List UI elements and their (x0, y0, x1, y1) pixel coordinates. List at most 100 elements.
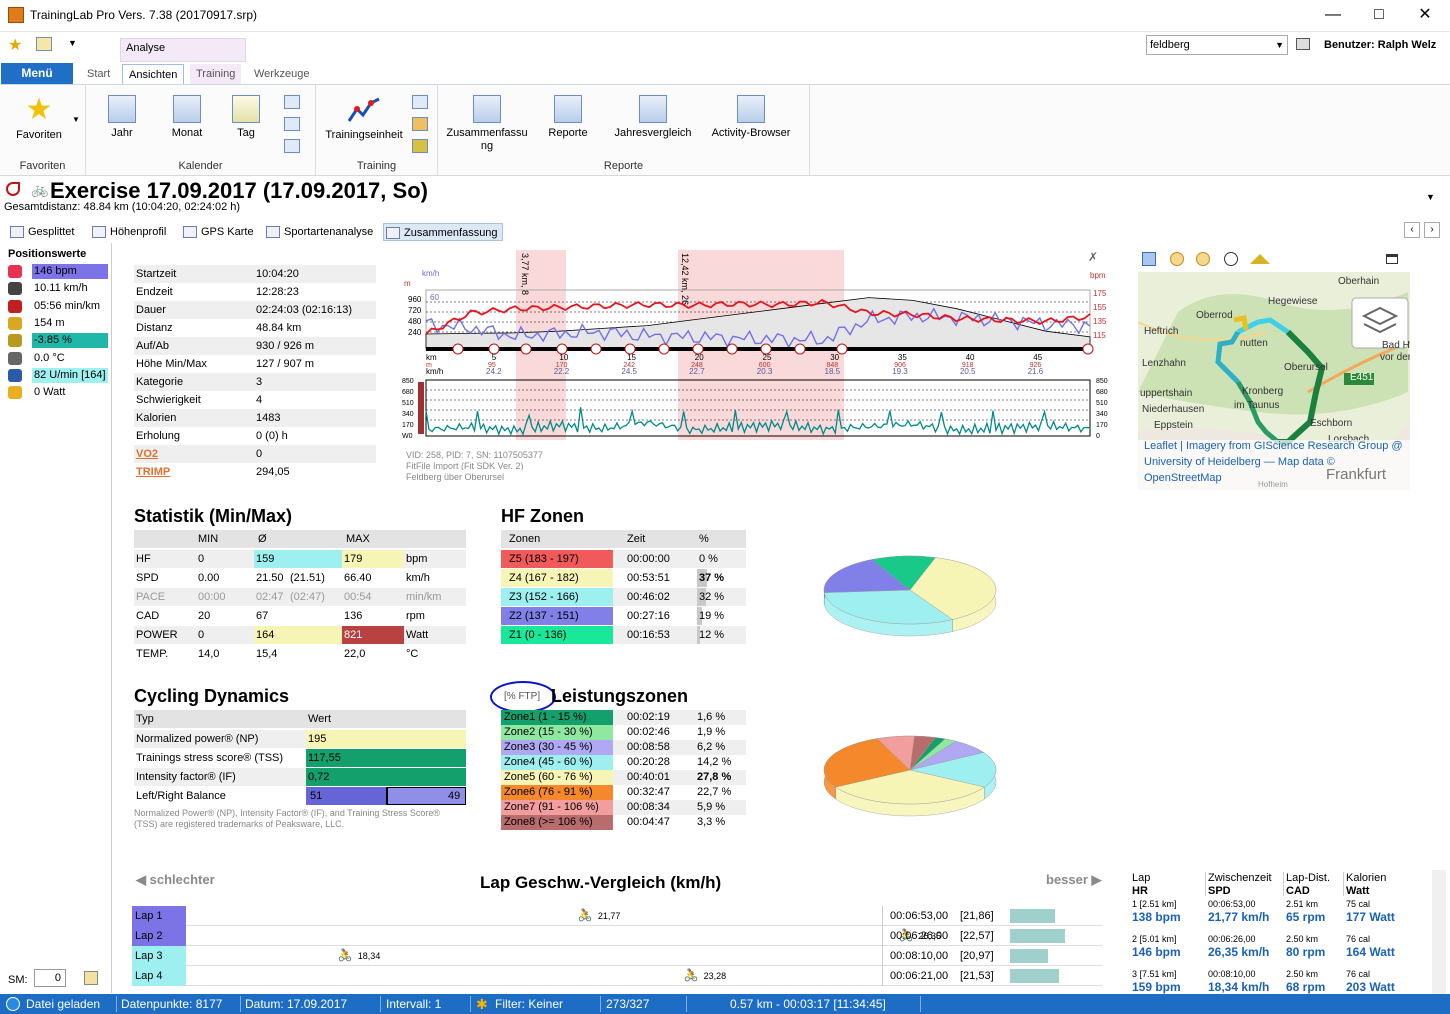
power-y-tick: 510 (402, 400, 414, 407)
export-icon[interactable] (284, 139, 300, 153)
trainingseinheit-button[interactable]: Trainingseinheit (320, 89, 408, 142)
lap-cell-bottom: 21,77 km/h (1208, 910, 1270, 924)
tab-hoehenprofil[interactable]: Höhenprofil (90, 223, 166, 241)
profile-icon[interactable] (412, 139, 428, 153)
leistung-pie-chart (823, 735, 997, 817)
star-icon[interactable]: ★ (8, 35, 22, 55)
lap-compare-row[interactable]: Lap 1 🚴 21,77 00:06:53,00 [21,86] (132, 906, 1102, 926)
tab-sportartenanalyse[interactable]: Sportartenanalyse (264, 223, 373, 241)
bar-chart-icon[interactable] (412, 117, 428, 131)
map-attribution-4: Hofheim (1258, 480, 1288, 489)
zone-name: Z4 (167 - 182) (501, 569, 613, 587)
tag-label: Tag (237, 127, 255, 139)
list-icon[interactable] (284, 95, 300, 109)
lap-cell-bottom: 177 Watt (1346, 910, 1395, 924)
cycling-row: Intensity factor® (IF) 0,72 (134, 768, 466, 786)
lap-compare-row[interactable]: Lap 2 🚴 26,35 00:06:26,00 [22,57] (132, 926, 1102, 946)
tag-button[interactable]: Tag (222, 89, 270, 140)
filter-icon: ✱ (476, 996, 488, 1012)
header-dropdown-icon[interactable]: ▼ (1426, 192, 1435, 202)
chevron-down-icon[interactable]: ▼ (72, 115, 80, 124)
right-arrow-icon: ▶ (1091, 872, 1102, 887)
worse-label[interactable]: ◀ schlechter (136, 872, 215, 888)
tab-training[interactable]: Training (190, 64, 242, 85)
status-points: Datenpunkte: 8177 (121, 997, 223, 1011)
user-label: Benutzer: Ralph Welz (1324, 39, 1437, 51)
lap-table-row[interactable]: 3 [7.51 km] 00:08:10,00 2.50 km 76 cal 159 b… (1128, 969, 1413, 994)
position-value-row: 82 U/min [164] (6, 367, 110, 383)
divider (1205, 872, 1206, 896)
map-label: Eppstein (1154, 420, 1193, 431)
tab-gesplittet[interactable]: Gesplittet (8, 223, 74, 241)
hf-zone-row: Z3 (152 - 166) 00:46:02 32 % (501, 588, 746, 606)
cycling-value: 195 (306, 730, 466, 748)
next-icon[interactable]: › (1424, 222, 1440, 238)
minimize-button[interactable]: — (1310, 0, 1356, 30)
tab-ansichten[interactable]: Ansichten (122, 64, 185, 85)
scrollbar[interactable] (1432, 870, 1446, 994)
lap-compare-row[interactable]: Lap 3 🚴 18,34 00:08:10,00 [20,97] (132, 946, 1102, 966)
zone-name: Zone7 (91 - 106 %) (501, 800, 613, 815)
lap-marker[interactable] (726, 343, 738, 355)
lap-marker[interactable] (520, 343, 532, 355)
maximize-button[interactable]: □ (1356, 0, 1402, 30)
y-right-tick: 175 (1093, 289, 1107, 298)
header-cell: % (699, 533, 709, 545)
tools-icon[interactable]: ✗ (1088, 250, 1098, 264)
tab-gps-karte[interactable]: GPS Karte (181, 223, 254, 241)
activity-browser-button[interactable]: Activity-Browser (706, 89, 796, 140)
lap-cell-top: 75 cal (1346, 899, 1371, 909)
info-value: 0 (0) h (256, 430, 288, 442)
map-city-label: Frankfurt (1326, 466, 1387, 483)
lap-table-row[interactable]: 2 [5.01 km] 00:06:26,00 2.50 km 76 cal 146 b… (1128, 934, 1413, 968)
map-attribution-3[interactable]: OpenStreetMap (1144, 472, 1222, 484)
monat-button[interactable]: Monat (162, 89, 212, 140)
compass-icon[interactable] (1224, 252, 1238, 266)
lap-marker[interactable] (1082, 343, 1094, 355)
zoom-in-icon[interactable] (1170, 252, 1184, 266)
tab-werkzeuge[interactable]: Werkzeuge (248, 64, 315, 85)
sm-input[interactable]: 0 (34, 969, 66, 987)
close-button[interactable]: ✕ (1402, 0, 1448, 30)
lap-marker[interactable] (658, 343, 670, 355)
position-value: 146 bpm (32, 264, 108, 279)
menu-button[interactable]: Menü (1, 63, 73, 84)
map-icon[interactable] (412, 95, 428, 109)
lap-compare-row[interactable]: Lap 4 🚴 23,28 00:06:21,00 [21,53] (132, 966, 1102, 986)
fullscreen-icon[interactable] (1142, 252, 1156, 266)
info-value: 02:24:03 (02:16:13) (256, 304, 353, 316)
info-label[interactable]: TRIMP (136, 463, 170, 481)
favoriten-button[interactable]: ★ Favoriten (8, 89, 70, 142)
better-label[interactable]: besser ▶ (1046, 872, 1102, 888)
map-label: im Taunus (1234, 400, 1279, 411)
status-filter[interactable]: Filter: Keiner (495, 996, 563, 1012)
tab-start[interactable]: Start (81, 64, 116, 85)
exercise-subtitle: Gesamtdistanz: 48.84 km (10:04:20, 02:24… (4, 201, 241, 213)
lock-icon[interactable] (84, 971, 98, 985)
info-label[interactable]: VO2 (136, 445, 158, 463)
lap-marker[interactable] (794, 343, 806, 355)
zusammenfassung-button[interactable]: Zusammenfassu ng (444, 89, 530, 153)
jahresvergleich-button[interactable]: Jahresvergleich (610, 89, 696, 140)
ftp-label[interactable]: [% FTP] (504, 691, 540, 702)
tab-zusammenfassung[interactable]: Zusammenfassung (383, 223, 503, 241)
calendar-icon[interactable] (1296, 38, 1310, 50)
reporte-button[interactable]: Reporte (542, 89, 594, 140)
map-attribution-2[interactable]: University of Heidelberg — Map data © (1144, 456, 1335, 468)
map-attribution-1[interactable]: Leaflet | Imagery from GIScience Researc… (1144, 440, 1403, 452)
lap-marker[interactable] (452, 343, 464, 355)
qat-dropdown-icon[interactable]: ▼ (68, 38, 77, 48)
prev-icon[interactable]: ‹ (1404, 222, 1420, 238)
zoom-out-icon[interactable] (1196, 252, 1210, 266)
elevation-icon[interactable] (1250, 254, 1270, 264)
stat-min: 00:00 (198, 591, 226, 603)
zone-name: Z2 (137 - 151) (501, 607, 613, 625)
location-select[interactable]: feldberg ▼ (1146, 35, 1288, 55)
jahr-button[interactable]: Jahr (98, 89, 146, 140)
lap-table-row[interactable]: 1 [2.51 km] 00:06:53,00 2.51 km 75 cal 138 b… (1128, 899, 1413, 933)
maximize-map-icon[interactable] (1386, 254, 1398, 264)
lr-right-value: 49 (448, 790, 461, 802)
edit-icon[interactable] (36, 37, 52, 51)
lap-marker[interactable] (590, 343, 602, 355)
print-icon[interactable] (284, 117, 300, 131)
